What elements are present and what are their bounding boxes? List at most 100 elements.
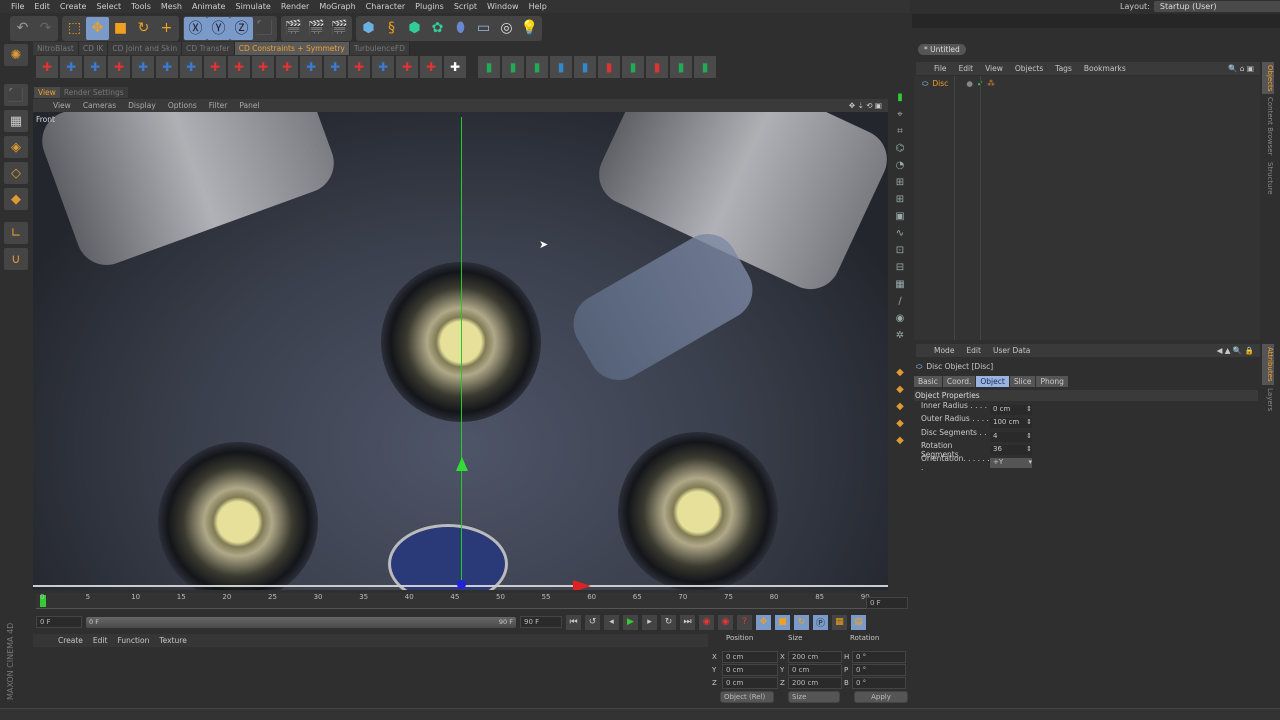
attr-tab-phong[interactable]: Phong <box>1036 376 1068 387</box>
mat-edit[interactable]: Edit <box>88 634 113 647</box>
key-pla-icon[interactable]: ▦ <box>832 614 847 630</box>
select-tool-icon[interactable]: ⬚ <box>63 17 86 40</box>
render-settings-icon[interactable]: 🎬 <box>328 17 351 40</box>
camera-icon[interactable]: ◎ <box>495 17 518 40</box>
x-axis-icon[interactable]: Ⓧ <box>184 16 207 40</box>
constraint-tool-icon[interactable]: ✚ <box>324 56 346 78</box>
vmenu-filter[interactable]: Filter <box>203 99 234 112</box>
om-search-icon[interactable]: 🔍 ⌂ ▣ <box>1222 62 1260 75</box>
om-objects[interactable]: Objects <box>1009 62 1049 75</box>
om-tags[interactable]: Tags <box>1049 62 1078 75</box>
symmetry-tool-icon[interactable]: ▮ <box>550 56 572 78</box>
property-value[interactable]: +Y ▾ <box>990 458 1032 469</box>
tool-icon[interactable]: ∕ <box>893 296 907 310</box>
stepper-icon[interactable]: ⇕ <box>1026 405 1032 415</box>
tool-icon[interactable]: ▮ <box>893 92 907 106</box>
autokey-icon[interactable]: ◉ <box>718 614 733 630</box>
menu-file[interactable]: File <box>6 0 29 13</box>
light-icon[interactable]: 💡 <box>518 17 541 40</box>
side-tab-layers[interactable]: Layers <box>1262 385 1274 414</box>
size-field[interactable]: 200 cm <box>788 650 842 663</box>
mat-texture[interactable]: Texture <box>154 634 191 647</box>
menu-character[interactable]: Character <box>361 0 411 13</box>
tool-icon[interactable]: ◉ <box>893 313 907 327</box>
menu-animate[interactable]: Animate <box>187 0 231 13</box>
vmenu-view[interactable]: View <box>47 99 77 112</box>
symmetry-tool-icon[interactable]: ▮ <box>646 56 668 78</box>
tag-tool-icon[interactable]: ◆ <box>893 435 907 449</box>
end-frame-field[interactable]: 90 F <box>520 616 562 628</box>
go-to-end-icon[interactable]: ⏭ <box>680 614 695 630</box>
spline-icon[interactable]: § <box>380 17 403 40</box>
property-value[interactable]: 100 cm ⇕ <box>990 418 1032 429</box>
coordinate-mode-dropdown[interactable]: Object (Rel) <box>720 691 774 703</box>
start-frame-field[interactable]: 0 F <box>36 616 82 628</box>
om-view[interactable]: View <box>979 62 1009 75</box>
key-rotation-icon[interactable]: ↻ <box>794 614 809 630</box>
vmenu-options[interactable]: Options <box>162 99 203 112</box>
tool-icon[interactable]: ∿ <box>893 228 907 242</box>
axis-mode-icon[interactable]: ∟ <box>4 222 28 244</box>
undo-icon[interactable]: ↶ <box>11 17 34 40</box>
vmenu-panel[interactable]: Panel <box>233 99 265 112</box>
texture-mode-icon[interactable]: ▦ <box>4 110 28 132</box>
timeline-ruler[interactable]: 051015202530354045505560657075808590 <box>36 593 870 609</box>
am-user-data[interactable]: User Data <box>987 344 1036 357</box>
tag-tool-icon[interactable]: ◆ <box>893 367 907 381</box>
side-tab-structure[interactable]: Structure <box>1262 159 1274 198</box>
constraint-tool-icon[interactable]: ✚ <box>180 56 202 78</box>
constraint-tool-icon[interactable]: ✚ <box>348 56 370 78</box>
symmetry-tool-icon[interactable]: ▮ <box>502 56 524 78</box>
stepper-icon[interactable]: ⇕ <box>1026 445 1032 455</box>
rotation-field[interactable]: 0 ° <box>852 676 906 689</box>
size-mode-dropdown[interactable]: Size <box>788 691 840 703</box>
visibility-icon[interactable]: ● <box>966 79 973 89</box>
current-frame-field[interactable]: 0 F <box>866 597 908 609</box>
tool-icon[interactable]: ⊞ <box>893 194 907 208</box>
symmetry-tool-icon[interactable]: ▮ <box>670 56 692 78</box>
property-value[interactable]: 36 ⇕ <box>990 444 1032 455</box>
size-field[interactable]: 0 cm <box>788 663 842 676</box>
move-tool-icon[interactable]: ✥ <box>86 16 109 40</box>
tweak-mode-icon[interactable]: ∪ <box>4 248 28 270</box>
position-field[interactable]: 0 cm <box>722 650 778 663</box>
z-axis-handle[interactable] <box>457 580 466 589</box>
polygons-mode-icon[interactable]: ◆ <box>4 188 28 210</box>
tag-tool-icon[interactable]: ◆ <box>893 384 907 398</box>
tab-cd-ik[interactable]: CD IK <box>78 42 109 55</box>
constraint-tool-icon[interactable]: ✚ <box>156 56 178 78</box>
rotation-field[interactable]: 0 ° <box>852 663 906 676</box>
viewport[interactable]: Front ➤ <box>33 112 888 590</box>
points-mode-icon[interactable]: ◈ <box>4 136 28 158</box>
key-parameter-icon[interactable]: Ⓟ <box>813 614 828 630</box>
am-mode[interactable]: Mode <box>928 344 960 357</box>
tool-icon[interactable]: ▣ <box>893 211 907 225</box>
am-edit[interactable]: Edit <box>960 344 987 357</box>
menu-help[interactable]: Help <box>524 0 552 13</box>
menu-edit[interactable]: Edit <box>29 0 55 13</box>
om-file[interactable]: File <box>928 62 953 75</box>
snap-icon[interactable]: ✺ <box>4 44 28 66</box>
x-axis-handle[interactable] <box>573 580 591 590</box>
side-tab-attributes[interactable]: Attributes <box>1262 344 1274 385</box>
tool-icon[interactable]: ◔ <box>893 160 907 174</box>
symmetry-tool-icon[interactable]: ▮ <box>574 56 596 78</box>
mat-function[interactable]: Function <box>112 634 154 647</box>
menu-select[interactable]: Select <box>91 0 126 13</box>
rotate-tool-icon[interactable]: ↻ <box>132 17 155 40</box>
tool-icon[interactable]: ⌬ <box>893 143 907 157</box>
constraint-tool-icon[interactable]: ✚ <box>372 56 394 78</box>
keyframe-selection-icon[interactable]: ? <box>737 614 752 630</box>
array-icon[interactable]: ✿ <box>426 17 449 40</box>
position-field[interactable]: 0 cm <box>722 676 778 689</box>
cube-icon[interactable]: ⬢ <box>357 17 380 40</box>
previous-frame-icon[interactable]: ◂ <box>604 614 619 630</box>
tag-tool-icon[interactable]: ◆ <box>893 401 907 415</box>
redo-icon[interactable]: ↷ <box>34 17 57 40</box>
constraint-tool-icon[interactable]: ✚ <box>444 56 466 78</box>
key-position-icon[interactable]: ✥ <box>756 614 771 630</box>
symmetry-tool-icon[interactable]: ▮ <box>478 56 500 78</box>
nurbs-icon[interactable]: ⬢ <box>403 17 426 40</box>
side-tab-content-browser[interactable]: Content Browser <box>1262 94 1274 158</box>
tool-icon[interactable]: ⌗ <box>893 126 907 140</box>
